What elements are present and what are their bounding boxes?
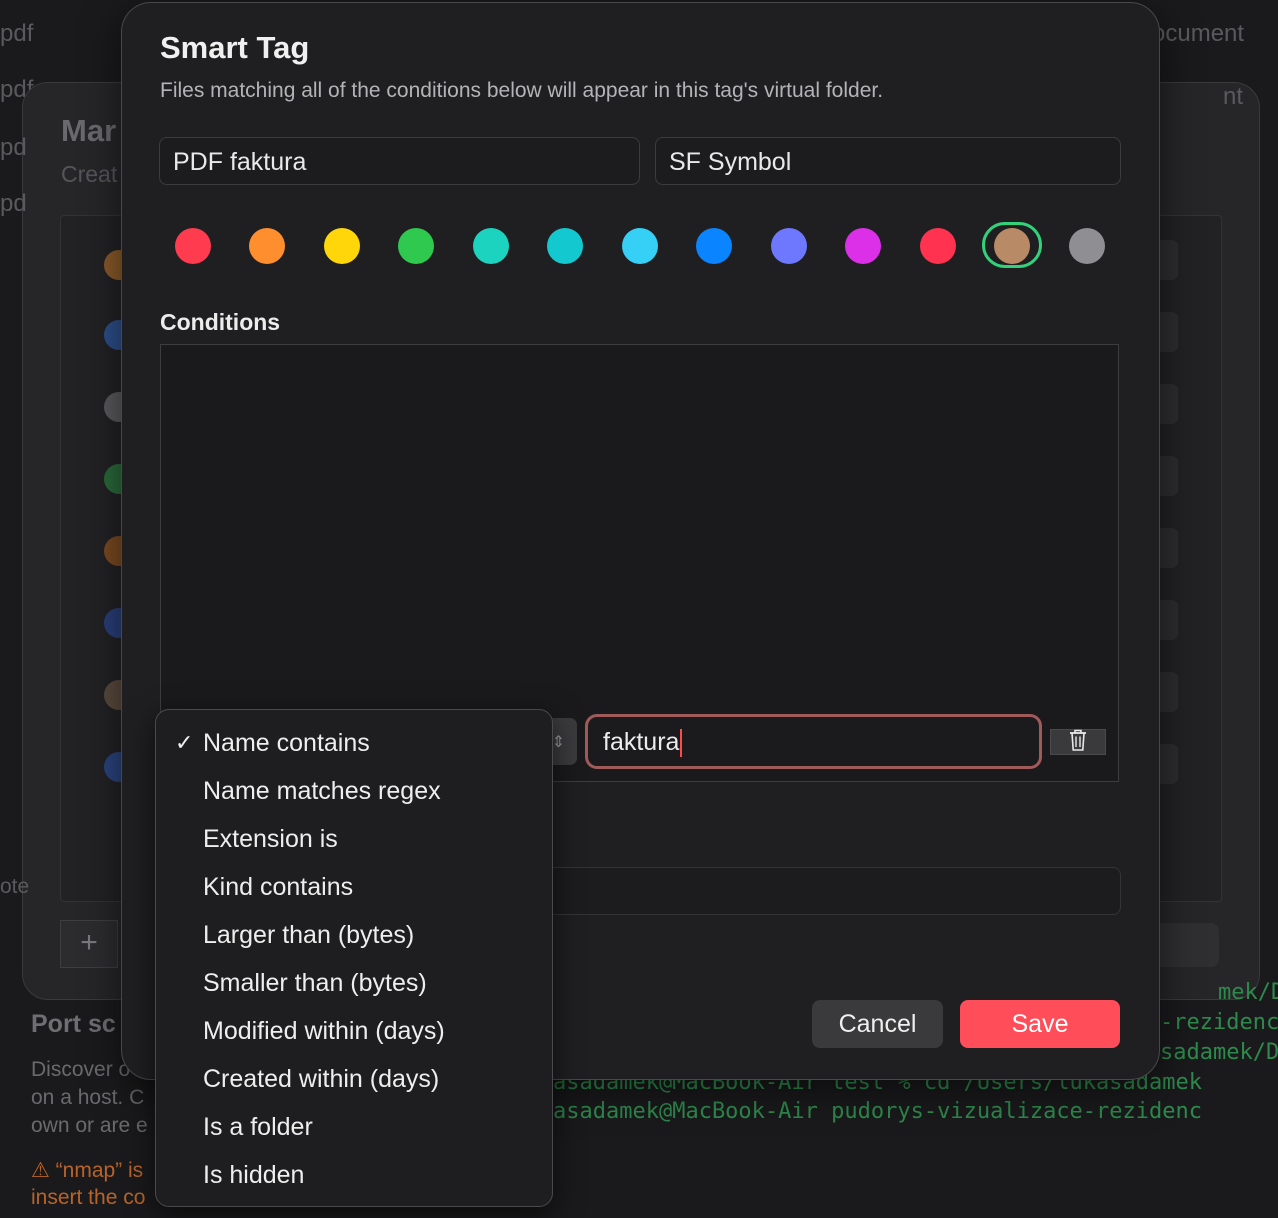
bg-description-line: own or are e [31, 1114, 148, 1137]
color-swatch[interactable] [473, 228, 509, 264]
bg-file-label: pd [0, 134, 27, 161]
bg-description-line: on a host. C [31, 1086, 145, 1109]
select-arrows-icon: ⇕ [551, 733, 566, 751]
menu-item[interactable]: Name matches regex [156, 769, 552, 813]
menu-item-label: Modified within (days) [203, 1017, 445, 1045]
bg-side-label: ote [0, 875, 30, 898]
menu-item[interactable]: Smaller than (bytes) [156, 961, 552, 1005]
save-button[interactable]: Save [960, 1000, 1120, 1048]
menu-item[interactable]: Modified within (days) [156, 1009, 552, 1053]
bg-document-label: ocument [1152, 20, 1245, 47]
menu-item[interactable]: Kind contains [156, 865, 552, 909]
color-swatch[interactable] [249, 228, 285, 264]
menu-item-label: Name matches regex [203, 777, 441, 805]
bg-description-line: Discover o [31, 1058, 131, 1081]
conditions-label: Conditions [160, 309, 281, 335]
color-swatch[interactable] [324, 228, 360, 264]
trash-icon [1067, 728, 1089, 757]
bg-warning-line: insert the co [31, 1186, 146, 1209]
delete-condition-button[interactable] [1050, 729, 1106, 755]
color-swatch[interactable] [398, 228, 434, 264]
menu-item-label: Is hidden [203, 1161, 305, 1189]
menu-item[interactable]: Larger than (bytes) [156, 913, 552, 957]
terminal-line: -rezidenc [1160, 1010, 1278, 1035]
tag-name-field[interactable]: PDF faktura [159, 137, 640, 185]
menu-item-label: Name contains [203, 729, 370, 757]
color-swatch[interactable] [622, 228, 658, 264]
condition-value-text: faktura [603, 728, 680, 756]
terminal-line: mek/D [1218, 980, 1278, 1005]
menu-item[interactable]: Extension is [156, 817, 552, 861]
checkmark-icon: ✓ [175, 730, 194, 755]
bg-file-label: pd [0, 190, 27, 217]
menu-item[interactable]: ✓ Name contains [156, 721, 552, 765]
text-caret [680, 729, 683, 758]
menu-item-label: Kind contains [203, 873, 354, 901]
dialog-subtitle: Files matching all of the conditions bel… [160, 79, 884, 102]
bg-panel-subtitle: Creat [61, 161, 118, 187]
menu-item-label: Extension is [203, 825, 338, 853]
bg-file-label: pdf [0, 20, 34, 47]
secondary-field[interactable] [540, 867, 1121, 915]
menu-item[interactable]: Is a folder [156, 1105, 552, 1149]
menu-item[interactable]: Created within (days) [156, 1057, 552, 1101]
dialog-title: Smart Tag [160, 30, 310, 65]
sf-symbol-value: SF Symbol [669, 148, 792, 176]
color-swatch[interactable] [547, 228, 583, 264]
color-swatch[interactable] [920, 228, 956, 264]
tag-name-value: PDF faktura [173, 148, 307, 176]
bg-add-button: + [60, 920, 118, 968]
bg-warning-line: ⚠ “nmap” is [31, 1159, 144, 1182]
condition-value-input[interactable]: faktura [585, 714, 1042, 769]
terminal-line: asadamek@MacBook-Air pudorys-vizualizace… [553, 1099, 1203, 1124]
color-swatch[interactable] [845, 228, 881, 264]
sf-symbol-field[interactable]: SF Symbol [655, 137, 1121, 185]
condition-type-menu: ✓ Name contains Name matches regex Extensio… [155, 709, 553, 1207]
color-swatch[interactable] [1069, 228, 1105, 264]
menu-item-label: Is a folder [203, 1113, 313, 1141]
bg-section-title: Port sc [31, 1010, 116, 1038]
color-swatch[interactable] [994, 228, 1030, 264]
color-swatch[interactable] [771, 228, 807, 264]
color-swatch[interactable] [175, 228, 211, 264]
bg-panel-side-text: nt [1223, 83, 1244, 110]
cancel-button[interactable]: Cancel [812, 1000, 943, 1048]
terminal-line: sadamek/D [1160, 1040, 1278, 1065]
menu-item-label: Created within (days) [203, 1065, 440, 1093]
menu-item-label: Smaller than (bytes) [203, 969, 427, 997]
color-swatch[interactable] [696, 228, 732, 264]
menu-item[interactable]: Is hidden [156, 1153, 552, 1197]
bg-panel-title: Mar [61, 113, 117, 148]
menu-item-label: Larger than (bytes) [203, 921, 415, 949]
